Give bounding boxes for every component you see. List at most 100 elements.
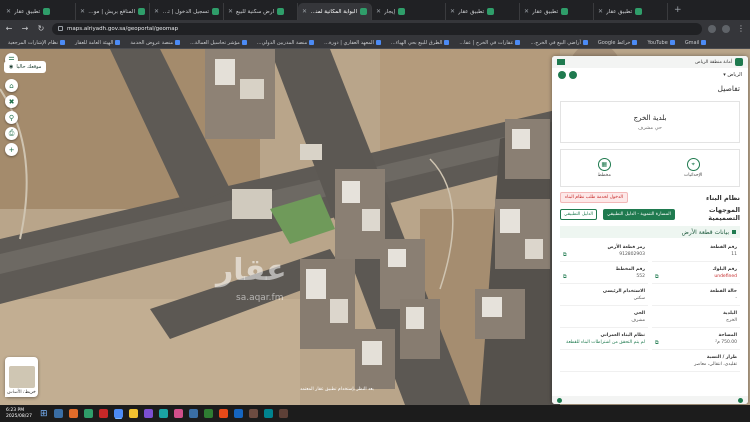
copy-icon[interactable]: ⧉ (655, 340, 659, 346)
watermark-logo: عقار (216, 253, 287, 288)
taskbar-app-icon[interactable] (263, 409, 273, 418)
bookmark-item[interactable]: منصة عروض الخدمة (130, 40, 181, 46)
taskbar-app-icon[interactable] (278, 409, 288, 418)
field-municipality: البلدية الخرج (652, 307, 740, 328)
taskbar-app-icon[interactable] (53, 409, 63, 418)
taskbar-app-icon[interactable] (173, 409, 183, 418)
field-label: الحي (633, 311, 645, 316)
copy-icon[interactable]: ⧉ (563, 252, 567, 258)
taskbar-app-icon[interactable] (143, 409, 153, 418)
bookmark-item[interactable]: الطرق للبيع بحي الهياء... (391, 40, 450, 46)
zoom-in-icon[interactable]: + (5, 143, 18, 156)
building-system-link[interactable]: الدخول لخدمة طلب نظام البناء (560, 192, 628, 203)
tab-close-icon[interactable]: ✕ (598, 8, 603, 15)
location-chip[interactable]: ◉ موقعك حاليا (4, 61, 47, 73)
tab-title: تطبيق عقار (14, 8, 41, 15)
tab-close-icon[interactable]: ✕ (302, 8, 307, 15)
bookmark-item[interactable]: الهيئة العامة للعقار (75, 40, 121, 46)
taskbar-app-icon[interactable] (203, 409, 213, 418)
bookmark-item[interactable]: عقارات في الخرج | عقا... (459, 40, 521, 46)
bookmark-item[interactable]: Gmail (685, 40, 707, 46)
field-value: 750.00 م² (715, 340, 737, 345)
tab-close-icon[interactable]: ✕ (6, 8, 11, 15)
taskbar-app-icon[interactable] (188, 409, 198, 418)
bookmark-item[interactable]: منصة المدربين الدولي... (257, 40, 315, 46)
chat-icon[interactable] (557, 397, 562, 403)
tab-applied-guide[interactable]: الدليل التطبيقي (560, 208, 597, 220)
field-urban-code: نظام البناء العمراني لم يتم التحقق من اش… (560, 329, 648, 350)
bookmark-item[interactable]: YouTube (647, 39, 675, 46)
copy-icon[interactable]: ⧉ (563, 274, 567, 280)
home-icon[interactable]: ⌂ (5, 79, 18, 92)
browser-tab[interactable]: تطبيق عقار ✕ (2, 3, 76, 20)
browser-tab[interactable]: تطبيق عقار ✕ (520, 3, 594, 20)
bookmark-label: مؤشر تحاسيل العمالة... (190, 39, 240, 46)
field-value: undefined (714, 274, 737, 279)
tab-close-icon[interactable]: ✕ (524, 8, 529, 15)
extension-icon[interactable] (708, 24, 716, 33)
bookmark-item[interactable]: أراضي البيع في الخرج... (530, 40, 588, 46)
bookmark-icon (582, 40, 588, 45)
browser-tab[interactable]: إيجار ✕ (372, 3, 446, 20)
bookmark-item[interactable]: نظام الإشارات المرجعية (8, 40, 66, 46)
bookmark-label: YouTube (647, 39, 668, 46)
taskbar-app-icon[interactable] (248, 409, 258, 418)
browser-tab[interactable]: تسجيل الدخول | تطبيق عقار✕ (150, 3, 224, 20)
bookmark-icon (115, 40, 121, 45)
bookmark-item[interactable]: مؤشر تحاسيل العمالة... (190, 40, 247, 46)
browser-tab[interactable]: المنافع بريش | موقع حراج✕ (76, 3, 150, 20)
field-label: البلدية (723, 311, 737, 316)
new-tab-button[interactable]: + (668, 5, 688, 15)
start-button[interactable]: ⊞ (40, 409, 48, 419)
tab-close-icon[interactable]: ✕ (376, 8, 381, 15)
browser-tab[interactable]: أرض سكنية للبيع ✕ (224, 3, 298, 20)
tab-close-icon[interactable]: ✕ (450, 8, 455, 15)
url-field[interactable]: maps.alriyadh.gov.sa/geoportal/geomap (52, 22, 702, 35)
browser-tab[interactable]: البوابة المكانية لمنطقة الرياض✕ (298, 3, 372, 20)
field-value: الخرج (726, 318, 737, 323)
taskbar-app-icon[interactable] (83, 409, 93, 418)
taskbar-app-icon[interactable] (158, 409, 168, 418)
tab-title: تطبيق عقار (606, 8, 633, 15)
tab-close-icon[interactable]: ✕ (154, 8, 159, 15)
tab-close-icon[interactable]: ✕ (80, 8, 85, 15)
bookmark-item[interactable]: خرائط Google (598, 40, 638, 46)
minimize-icon[interactable] (558, 70, 566, 79)
field-value-row: 750.00 م² ⧉ (655, 340, 737, 346)
tab-close-icon[interactable]: ✕ (228, 8, 233, 15)
taskbar-app-icon[interactable] (233, 409, 243, 418)
back-icon[interactable]: ← (4, 24, 14, 33)
menu-icon[interactable]: ⋮ (736, 24, 746, 33)
copy-icon[interactable]: ⧉ (655, 274, 659, 280)
clock-date: 2025/08/27 (6, 413, 32, 419)
taskbar-app-icon[interactable] (68, 409, 78, 418)
search-icon[interactable]: ⚲ (5, 111, 18, 124)
field-label: المساحة (718, 332, 738, 338)
profile-icon[interactable] (722, 24, 730, 33)
bookmark-label: خرائط Google (597, 39, 631, 46)
taskbar-app-icon[interactable] (98, 409, 108, 418)
browser-tab[interactable]: تطبيق عقار ✕ (594, 3, 668, 20)
measure-icon[interactable]: ✖ (5, 95, 18, 108)
parcel-section-header[interactable]: بيانات قطعة الأرض (560, 226, 740, 238)
browser-tab[interactable]: تطبيق عقار ✕ (446, 3, 520, 20)
taskbar-app-icon[interactable] (113, 409, 123, 418)
reload-icon[interactable]: ↻ (36, 24, 46, 33)
bookmark-item[interactable]: المعهد العقاري | دورة... (324, 40, 381, 46)
design-directions-title: الموجهات التصميمية (708, 206, 740, 222)
region-select[interactable]: الرياض ▾ (723, 72, 742, 78)
plan-button[interactable]: ▦ مخطط (598, 158, 611, 178)
coordinates-button[interactable]: ⌖ الإحداثيات (684, 158, 702, 178)
taskbar-clock[interactable]: 6:23 PM 2025/08/27 (6, 408, 34, 419)
close-icon[interactable] (569, 70, 577, 79)
tab-development-guide[interactable]: المسارة التنموية - الدليل التطبيقي (602, 208, 675, 220)
field-value: لم يتم التحقق من اشتراطات البناء للقطعة (566, 340, 645, 345)
help-icon[interactable] (738, 397, 743, 403)
org-logo-icon (735, 58, 743, 66)
taskbar-app-icon[interactable] (128, 409, 138, 418)
field-plan-number: رقم المخطط 552 ⧉ (560, 263, 648, 284)
taskbar-app-icon[interactable] (218, 409, 228, 418)
print-icon[interactable]: ⎙ (5, 127, 18, 140)
forward-icon[interactable]: → (20, 24, 30, 33)
tab-favicon-icon (360, 8, 367, 15)
